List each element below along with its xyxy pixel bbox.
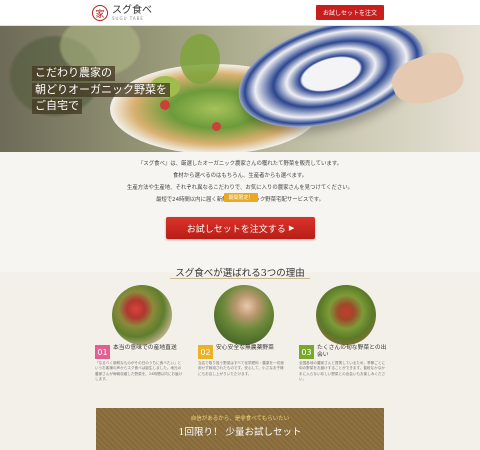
hero-copy: こだわり農家の 朝どりオーガニック野菜を ご自宅で bbox=[32, 66, 170, 114]
logo-text: スグ食べ SUGU TABE bbox=[112, 4, 152, 21]
reason-photo-farmer-harvest bbox=[214, 285, 274, 345]
order-trial-label: お試しセットを注文する bbox=[186, 224, 286, 235]
intro-section: 『スグ食べ』は、厳選したオーガニック農家さんの穫れたて野菜を販売しています。 食… bbox=[0, 152, 480, 272]
hero-line-3: ご自宅で bbox=[32, 99, 82, 114]
intro-paragraph-1: 『スグ食べ』は、厳選したオーガニック農家さんの穫れたて野菜を販売しています。 bbox=[137, 161, 343, 167]
logo-name: スグ食べ bbox=[112, 4, 152, 16]
trial-offer-banner[interactable]: 自信があるから、是非食べてもらいたい 1回限り！ 少量お試しセット bbox=[96, 408, 384, 450]
reason-number-1: 01 bbox=[95, 345, 110, 359]
reason-body-1: 「なるべく新鮮なものがその日のうちに食べたい」というお客様の声からスグ食べは誕生… bbox=[95, 361, 183, 382]
site-header: 家 スグ食べ SUGU TABE お試しセットを注文 bbox=[0, 0, 480, 26]
reason-photo-assorted-vegetables bbox=[316, 285, 376, 345]
reason-number-3: 03 bbox=[299, 345, 314, 359]
hero-line-2: 朝どりオーガニック野菜を bbox=[32, 82, 170, 98]
order-trial-button[interactable]: お試しセットを注文する ▶ bbox=[166, 217, 315, 239]
reason-number-2: 02 bbox=[198, 345, 213, 359]
logo[interactable]: 家 スグ食べ SUGU TABE bbox=[92, 3, 152, 23]
logo-mark: 家 bbox=[92, 5, 108, 21]
intro-paragraph-3: 生産方法や生産地、それぞれ異なるこだわりで、お気に入りの農家さんを見つけてくださ… bbox=[126, 185, 354, 191]
header-order-button[interactable]: お試しセットを注文 bbox=[316, 5, 384, 20]
play-arrow-icon: ▶ bbox=[288, 224, 295, 232]
offer-title: 1回限り！ 少量お試しセット bbox=[178, 427, 302, 438]
offer-subtitle: 自信があるから、是非食べてもらいたい bbox=[190, 416, 290, 422]
intro-paragraph-2: 食材から選べるのはもちろん、生産者からも選べます。 bbox=[172, 173, 308, 179]
reasons-title: スグ食べが選ばれる3つの理由 bbox=[175, 268, 305, 279]
logo-subtitle: SUGU TABE bbox=[112, 15, 144, 21]
reason-photo-vegetables-basket bbox=[112, 285, 172, 345]
reason-body-2: 当店で取り扱う野菜はすべて化学肥料・農薬を一切使用せず栽培されたものです。安心し… bbox=[198, 361, 284, 376]
title-divider bbox=[170, 278, 310, 279]
limited-badge: 期間限定！ bbox=[224, 193, 258, 202]
hero-line-1: こだわり農家の bbox=[32, 66, 115, 81]
hero-image: こだわり農家の 朝どりオーガニック野菜を ご自宅で bbox=[0, 26, 480, 152]
reason-body-3: 全国各地の農家さんと提携しているため、季節ごとに旬の野菜をお届けすることができま… bbox=[299, 361, 386, 382]
